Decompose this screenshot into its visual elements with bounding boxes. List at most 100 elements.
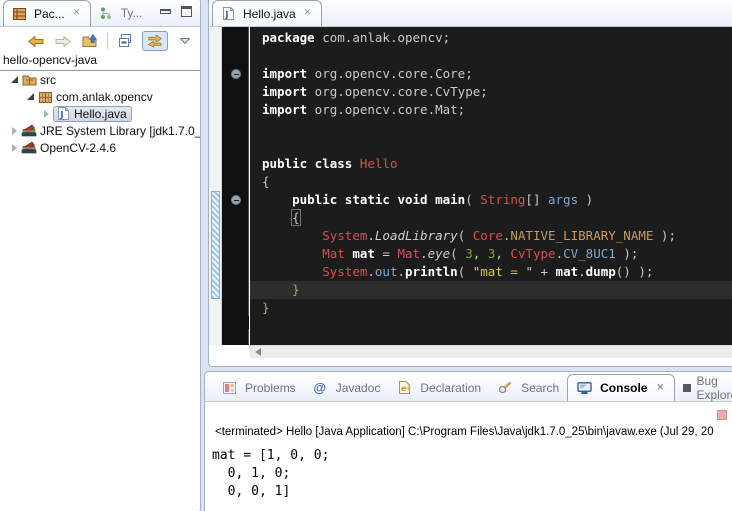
code-line: public static void main( String[] args ) — [250, 191, 732, 209]
tab-label: Console — [600, 381, 647, 395]
code-line: public class Hello — [250, 155, 732, 173]
tree-item-opencv-library[interactable]: OpenCV-2.4.6 — [0, 139, 200, 156]
tab-label: Search — [521, 381, 559, 395]
view-menu-button[interactable] — [175, 31, 195, 51]
code-line: } — [250, 299, 732, 317]
javadoc-icon: @ — [312, 381, 328, 395]
code-line: package com.anlak.opencv; — [250, 29, 732, 47]
editor-tab-hello-java[interactable]: J Hello.java — [212, 0, 322, 26]
expanded-twisty-icon[interactable] — [9, 74, 21, 86]
tree-item-package[interactable]: com.anlak.opencv — [0, 88, 200, 105]
editor-tab-label: Hello.java — [243, 7, 296, 21]
collapsed-twisty-icon[interactable] — [9, 125, 21, 137]
console-view: Problems @ Javadoc e Declaration Search … — [204, 371, 732, 511]
code-line: Mat mat = Mat.eye( 3, 3, CvType.CV_8UC1 … — [250, 245, 732, 263]
close-icon[interactable] — [655, 383, 666, 394]
expanded-twisty-icon[interactable] — [25, 91, 37, 103]
collapsed-twisty-icon[interactable] — [41, 108, 53, 120]
tree-item-label: hello-opencv-java — [3, 53, 97, 67]
tree-item-label: Hello.java — [74, 107, 127, 121]
tree-item-jre-library[interactable]: JRE System Library [jdk1.7.0_25] — [0, 122, 200, 139]
code-line — [250, 137, 732, 155]
bug-icon — [683, 384, 691, 392]
annotation-ruler[interactable] — [209, 27, 222, 345]
java-file-icon: J — [220, 7, 236, 21]
link-with-editor-button[interactable] — [142, 31, 168, 51]
tab-label: Pac... — [34, 7, 65, 21]
editor-tabbar: J Hello.java — [209, 0, 732, 27]
tab-label: Problems — [245, 381, 296, 395]
tab-console[interactable]: Console — [567, 374, 675, 401]
back-button[interactable] — [26, 31, 46, 51]
java-file-icon: J — [55, 107, 71, 121]
link-arrows-icon — [147, 35, 163, 48]
tab-type-hierarchy[interactable]: Ty... — [91, 0, 150, 26]
code-text[interactable]: package com.anlak.opencv; import org.open… — [250, 27, 732, 345]
minimize-icon[interactable] — [160, 9, 171, 14]
package-explorer-icon — [11, 7, 27, 21]
tab-label: Ty... — [121, 6, 143, 20]
code-line: import org.opencv.core.Mat; — [250, 101, 732, 119]
svg-text:J: J — [59, 111, 63, 121]
svg-text:J: J — [224, 11, 228, 21]
tree-item-hello-java[interactable]: J Hello.java — [0, 105, 200, 122]
console-output-text[interactable]: mat = [1, 0, 0; 0, 1, 0; 0, 0, 1] — [212, 447, 329, 501]
chevron-down-icon — [180, 38, 190, 44]
terminate-button[interactable] — [717, 410, 727, 420]
tree-item-src[interactable]: src — [0, 71, 200, 88]
close-icon[interactable] — [72, 8, 83, 19]
console-process-label: <terminated> Hello [Java Application] C:… — [215, 426, 732, 438]
declaration-icon: e — [396, 381, 412, 395]
collapse-all-icon — [118, 34, 133, 48]
folding-gutter[interactable] — [222, 27, 249, 345]
arrow-right-icon — [55, 36, 71, 47]
library-icon — [21, 141, 37, 155]
code-line: import org.opencv.core.CvType; — [250, 83, 732, 101]
search-icon — [497, 381, 513, 395]
type-hierarchy-icon — [98, 6, 114, 20]
tree-item-label: JRE System Library [jdk1.7.0_25] — [40, 124, 200, 138]
tab-search[interactable]: Search — [489, 374, 567, 401]
tab-javadoc[interactable]: @ Javadoc — [304, 374, 389, 401]
selected-item-highlight: J Hello.java — [53, 106, 132, 122]
tab-label: Bug Explorer — [696, 374, 732, 402]
tree-item-project-root[interactable]: hello-opencv-java — [0, 52, 200, 71]
console-icon — [576, 381, 592, 395]
collapsed-twisty-icon[interactable] — [9, 142, 21, 154]
tab-declaration[interactable]: e Declaration — [388, 374, 489, 401]
package-folder-icon — [21, 73, 37, 87]
code-line — [250, 47, 732, 65]
tab-problems[interactable]: Problems — [213, 374, 304, 401]
tab-bug-explorer[interactable]: Bug Explorer — [675, 374, 732, 401]
code-line: System.out.println( "mat = " + mat.dump(… — [250, 263, 732, 281]
collapse-all-button[interactable] — [115, 31, 135, 51]
horizontal-scrollbar[interactable] — [250, 345, 732, 358]
library-icon — [21, 124, 37, 138]
code-line: System.LoadLibrary( Core.NATIVE_LIBRARY_… — [250, 227, 732, 245]
arrow-left-icon — [28, 36, 44, 47]
method-range-indicator — [211, 191, 220, 299]
code-line: { — [250, 173, 732, 191]
up-button[interactable] — [80, 31, 100, 51]
code-line: import org.opencv.core.Core; — [250, 65, 732, 83]
package-icon — [37, 90, 53, 104]
maximize-icon[interactable] — [181, 6, 192, 17]
folder-up-icon — [82, 34, 99, 48]
tree-item-label: com.anlak.opencv — [56, 90, 153, 104]
editor-area: J Hello.java package com.anlak.opencv; im… — [208, 0, 732, 367]
package-explorer-toolbar — [26, 30, 195, 52]
code-editor[interactable]: package com.anlak.opencv; import org.open… — [209, 27, 732, 345]
forward-button[interactable] — [53, 31, 73, 51]
tab-package-explorer[interactable]: Pac... — [3, 0, 91, 26]
fold-collapse-icon[interactable] — [231, 69, 241, 79]
close-icon[interactable] — [303, 8, 314, 19]
code-line: { — [250, 209, 732, 227]
project-tree: hello-opencv-java src com.anlak.opencv J… — [0, 52, 200, 156]
fold-collapse-icon[interactable] — [231, 195, 241, 205]
toolbar-separator — [107, 33, 108, 49]
bottom-view-tabbar: Problems @ Javadoc e Declaration Search … — [205, 372, 732, 402]
gutter-extension — [222, 316, 249, 329]
left-view-tabbar: Pac... Ty... — [0, 0, 200, 27]
scroll-left-icon[interactable] — [255, 348, 261, 356]
package-explorer-view: Pac... Ty... — [0, 0, 201, 511]
